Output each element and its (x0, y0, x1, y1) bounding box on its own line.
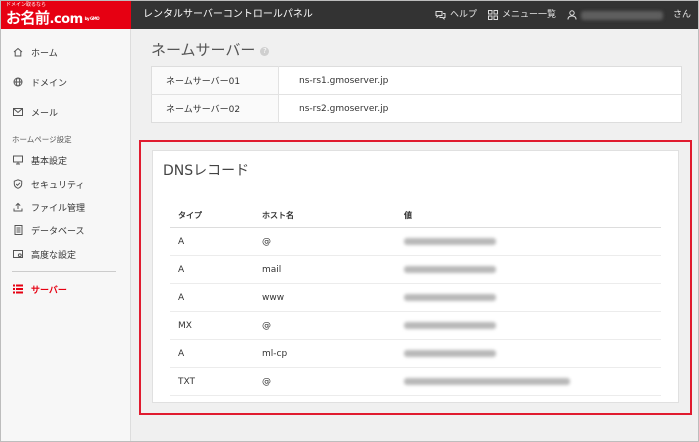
sidebar-item-server[interactable]: サーバー (1, 279, 130, 299)
user-icon (567, 10, 577, 20)
logo-main-text: お名前 (6, 9, 50, 27)
dns-section-title: DNSレコード (163, 163, 250, 179)
sidebar-item-domain[interactable]: ドメイン (1, 72, 130, 92)
record-value-cell (396, 367, 661, 396)
record-value-cell (396, 227, 661, 256)
sidebar-divider (12, 271, 116, 272)
sidebar-item-label: ドメイン (31, 78, 68, 89)
sidebar: ホーム ドメイン メール ホームページ設定 基本設定 セキュリティ ファイル管理… (1, 29, 131, 441)
table-row: A ml-cp (170, 339, 661, 368)
redacted-value (404, 349, 496, 357)
dns-highlight-box: DNSレコード タイプ ホスト名 値 A @ A mail A www MX @… (139, 140, 692, 415)
table-row: TXT @ (170, 367, 661, 396)
nameserver-value: ns-rs1.gmoserver.jp (278, 66, 682, 95)
record-type: A (170, 227, 254, 256)
record-type: A (170, 339, 254, 368)
record-value-cell (396, 255, 661, 284)
header-title: レンタルサーバーコントロールパネル (143, 9, 313, 20)
sidebar-item-label: データベース (31, 226, 85, 237)
help-label: ヘルプ (450, 10, 478, 20)
user-name-redacted (581, 10, 663, 20)
nameserver-value: ns-rs2.gmoserver.jp (299, 103, 389, 114)
home-icon (13, 47, 23, 57)
nameserver-section-title: ネームサーバー ? (151, 39, 270, 60)
monitor-icon (13, 155, 23, 165)
footer-link-redacted[interactable] (593, 409, 596, 418)
table-header-row: タイプ ホスト名 値 (170, 203, 661, 228)
record-host: @ (254, 227, 396, 256)
table-row: ネームサーバー01 ns-rs1.gmoserver.jp (151, 66, 682, 95)
globe-icon (13, 77, 23, 87)
record-value-cell (396, 283, 661, 312)
user-suffix: さん (673, 10, 692, 20)
dns-record-table: タイプ ホスト名 値 A @ A mail A www MX @ A ml-cp… (170, 203, 661, 396)
redacted-value (404, 237, 496, 245)
sidebar-item-security[interactable]: セキュリティ (1, 174, 130, 194)
logo-com-text: .com (49, 12, 84, 27)
mail-icon (13, 107, 23, 117)
chat-help-icon (435, 11, 446, 20)
column-header-host: ホスト名 (254, 203, 396, 228)
shield-icon (13, 179, 23, 189)
table-row: A www (170, 283, 661, 312)
table-row: A mail (170, 255, 661, 284)
sidebar-item-advanced-settings[interactable]: 高度な設定 (1, 244, 130, 264)
record-host: ml-cp (254, 339, 396, 368)
table-row: ネームサーバー02 ns-rs2.gmoserver.jp (151, 94, 682, 123)
sidebar-item-database[interactable]: データベース (1, 220, 130, 240)
nameserver-key: ネームサーバー01 (151, 66, 279, 95)
nameserver-title-text: ネームサーバー (151, 41, 256, 59)
sidebar-item-label: セキュリティ (31, 180, 85, 191)
user-menu[interactable]: さん (567, 1, 691, 29)
sidebar-section-label: ホームページ設定 (12, 135, 72, 144)
top-header: ドメイン取るなら お名前.com by GMO レンタルサーバーコントロールパネル… (1, 1, 698, 29)
dns-record-card: DNSレコード タイプ ホスト名 値 A @ A mail A www MX @… (152, 150, 679, 403)
sidebar-item-label: メール (31, 108, 59, 119)
upload-icon (13, 202, 23, 212)
menu-list-label: メニュー一覧 (502, 10, 557, 20)
redacted-value (404, 265, 496, 273)
onamae-logo[interactable]: ドメイン取るなら お名前.com by GMO (1, 1, 131, 29)
record-host: www (254, 283, 396, 312)
sidebar-item-label: ファイル管理 (31, 203, 86, 214)
question-help-icon[interactable]: ? (260, 46, 270, 56)
server-icon (13, 284, 23, 294)
nameserver-table: ネームサーバー01 ns-rs1.gmoserver.jp ネームサーバー02 … (151, 66, 682, 123)
column-header-value: 値 (396, 203, 661, 228)
redacted-value (404, 321, 496, 329)
record-type: TXT (170, 367, 254, 396)
nameserver-key: ネームサーバー02 (151, 94, 279, 123)
logo-wordmark: お名前.com by GMO (6, 9, 131, 29)
sidebar-item-label: ホーム (31, 48, 58, 59)
sidebar-item-file-manager[interactable]: ファイル管理 (1, 197, 130, 217)
help-link[interactable]: ヘルプ (435, 1, 477, 29)
record-type: A (170, 255, 254, 284)
menu-list-link[interactable]: メニュー一覧 (488, 1, 556, 29)
redacted-value (404, 293, 496, 301)
sidebar-item-label: 高度な設定 (31, 250, 77, 261)
table-row: MX @ (170, 311, 661, 340)
sidebar-item-label: 基本設定 (31, 156, 68, 167)
record-host: mail (254, 255, 396, 284)
record-type: A (170, 283, 254, 312)
grid-icon (488, 10, 498, 20)
redacted-value (404, 377, 570, 385)
record-value-cell (396, 311, 661, 340)
record-value-cell (396, 339, 661, 368)
advanced-settings-icon (13, 249, 23, 259)
sidebar-item-home[interactable]: ホーム (1, 42, 130, 62)
logo-tagline: ドメイン取るなら (6, 2, 47, 8)
record-type: MX (170, 311, 254, 340)
record-host: @ (254, 367, 396, 396)
database-icon (13, 225, 23, 235)
record-host: @ (254, 311, 396, 340)
sidebar-item-label: サーバー (31, 285, 67, 296)
sidebar-item-basic-settings[interactable]: 基本設定 (1, 150, 130, 170)
table-row: A @ (170, 227, 661, 256)
column-header-type: タイプ (170, 203, 254, 228)
logo-sub-text: by GMO (84, 15, 100, 21)
sidebar-item-mail[interactable]: メール (1, 102, 130, 122)
